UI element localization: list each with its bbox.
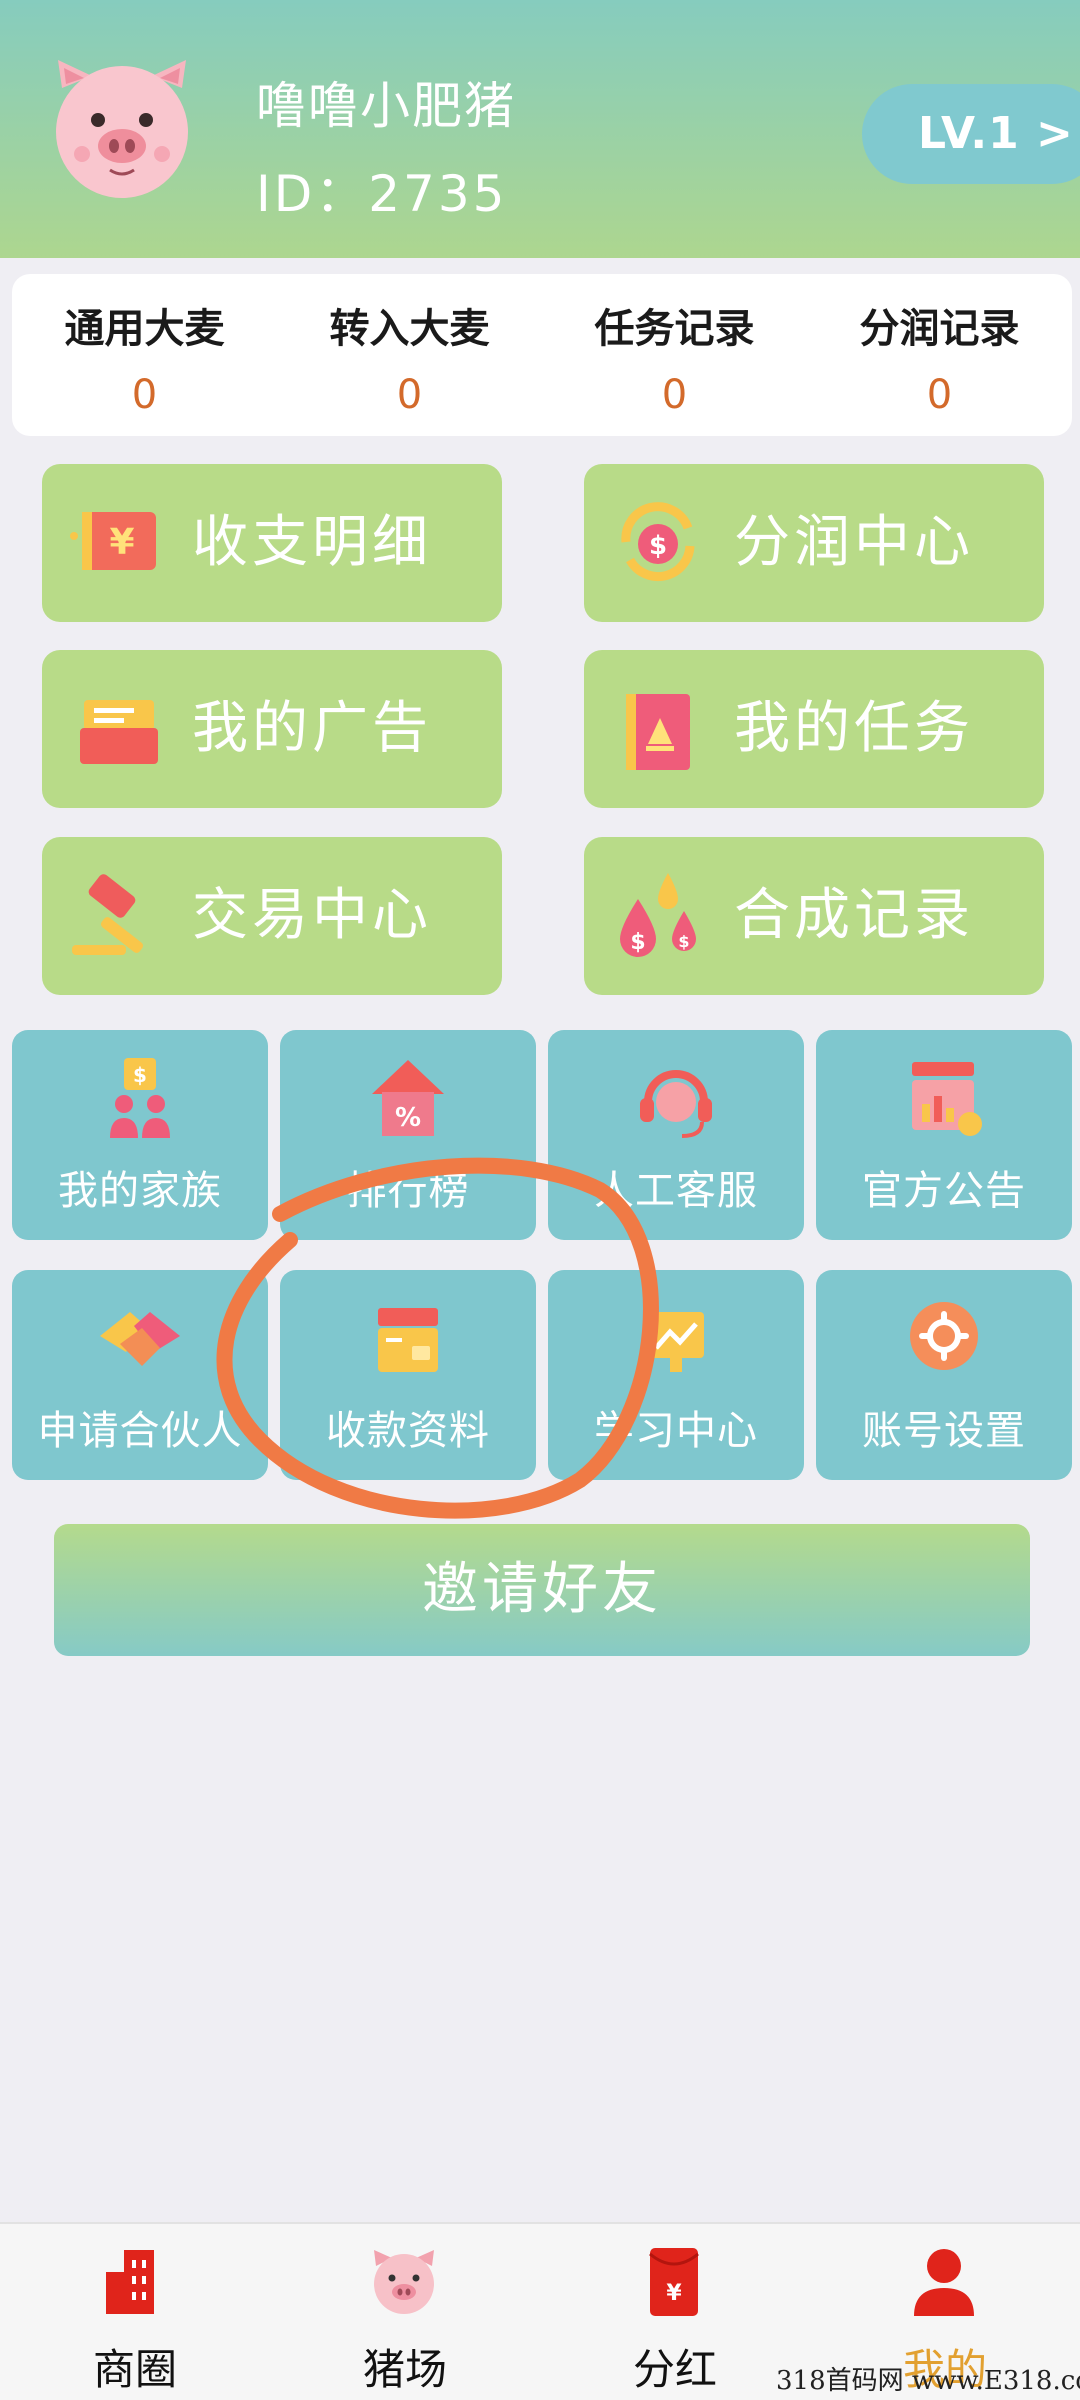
button-label: 我的任务	[734, 696, 974, 761]
svg-text:¥: ¥	[109, 522, 134, 563]
stat-label: 通用大麦	[64, 306, 225, 352]
account-settings-tile[interactable]: 账号设置	[816, 1270, 1072, 1480]
stat-label: 转入大麦	[329, 306, 490, 352]
tab-dividend[interactable]: ¥ 分红	[540, 2224, 810, 2400]
tile-label: 官方公告	[862, 1168, 1026, 1214]
stats-card: 通用大麦 0 转入大麦 0 任务记录 0 分润记录 0	[12, 274, 1072, 436]
pig-avatar-icon[interactable]	[48, 58, 196, 198]
svg-text:$: $	[649, 531, 667, 561]
handshake-icon	[100, 1312, 180, 1366]
svg-text:$: $	[133, 1063, 147, 1087]
tile-label: 人工客服	[594, 1168, 758, 1214]
income-expense-button[interactable]: ¥ 收支明细	[42, 464, 502, 622]
trading-center-button[interactable]: 交易中心	[42, 837, 502, 995]
money-drops-icon: $ $	[620, 873, 696, 957]
synthesis-records-button[interactable]: $ $ 合成记录	[584, 837, 1044, 995]
svg-text:¥: ¥	[666, 2281, 682, 2306]
tile-label: 申请合伙人	[37, 1408, 243, 1454]
stat-value: 0	[661, 372, 688, 418]
user-nickname: 噜噜小肥猪	[256, 77, 516, 135]
tab-business-circle[interactable]: 商圈	[0, 2224, 270, 2400]
level-badge-button[interactable]: LV.1 >	[862, 84, 1080, 184]
announcement-icon	[912, 1062, 982, 1136]
ticket-icon: ¥	[70, 512, 156, 570]
pig-icon	[374, 2250, 434, 2314]
ranking-house-icon: %	[372, 1060, 444, 1136]
stat-transferred-barley[interactable]: 转入大麦 0	[277, 274, 542, 436]
ranking-tile[interactable]: % 排行榜	[280, 1030, 536, 1240]
invite-friends-button[interactable]: 邀请好友	[54, 1524, 1030, 1656]
stat-label: 分润记录	[859, 306, 1020, 352]
stat-value: 0	[926, 372, 953, 418]
ad-box-icon	[80, 700, 158, 764]
building-icon	[106, 2250, 154, 2314]
my-family-tile[interactable]: $ 我的家族	[12, 1030, 268, 1240]
tab-label: 商圈	[92, 2345, 177, 2394]
customer-service-tile[interactable]: 人工客服	[548, 1030, 804, 1240]
button-label: 合成记录	[734, 883, 974, 948]
button-label: 交易中心	[192, 883, 432, 948]
stat-profit-records[interactable]: 分润记录 0	[807, 274, 1072, 436]
tile-label: 账号设置	[862, 1408, 1026, 1454]
profit-center-button[interactable]: $ 分润中心	[584, 464, 1044, 622]
my-tasks-button[interactable]: 我的任务	[584, 650, 1044, 808]
task-book-icon	[626, 694, 690, 770]
svg-text:$: $	[630, 930, 645, 955]
stat-value: 0	[131, 372, 158, 418]
apply-partner-tile[interactable]: 申请合伙人	[12, 1270, 268, 1480]
announcement-tile[interactable]: 官方公告	[816, 1030, 1072, 1240]
coin-cycle-icon: $	[621, 502, 695, 582]
study-center-tile[interactable]: 学习中心	[548, 1270, 804, 1480]
red-envelope-icon: ¥	[649, 2248, 699, 2316]
button-label: 我的广告	[192, 696, 432, 761]
stat-general-barley[interactable]: 通用大麦 0	[12, 274, 277, 436]
tile-label: 排行榜	[346, 1168, 470, 1214]
user-icon	[914, 2249, 974, 2316]
settings-gear-icon	[910, 1302, 978, 1370]
payment-info-tile[interactable]: 收款资料	[280, 1270, 536, 1480]
study-icon	[644, 1310, 704, 1372]
headset-icon	[640, 1070, 712, 1138]
stat-task-records[interactable]: 任务记录 0	[542, 274, 807, 436]
tile-label: 我的家族	[58, 1168, 222, 1214]
family-icon: $	[110, 1058, 170, 1138]
my-ads-button[interactable]: 我的广告	[42, 650, 502, 808]
tile-label: 学习中心	[594, 1408, 758, 1454]
profile-page: 噜噜小肥猪 ID：2735 LV.1 > 通用大麦 0 转入大麦 0 任务记录 …	[0, 0, 1080, 2400]
tab-label: 猪场	[362, 2345, 447, 2394]
bank-card-icon	[378, 1308, 438, 1372]
user-id: ID：2735	[256, 165, 508, 223]
svg-text:$: $	[678, 932, 689, 951]
stat-label: 任务记录	[594, 306, 755, 352]
tab-label: 分红	[632, 2345, 717, 2394]
tile-label: 收款资料	[326, 1408, 490, 1454]
tab-pig-farm[interactable]: 猪场	[270, 2224, 540, 2400]
profile-header: 噜噜小肥猪 ID：2735 LV.1 >	[0, 0, 1080, 258]
button-label: 分润中心	[734, 510, 974, 575]
svg-text:%: %	[395, 1103, 421, 1133]
site-watermark: 318首码网 www.E318.com	[776, 2366, 1080, 2396]
button-label: 收支明细	[192, 510, 432, 575]
stat-value: 0	[396, 372, 423, 418]
gavel-icon	[72, 874, 143, 955]
